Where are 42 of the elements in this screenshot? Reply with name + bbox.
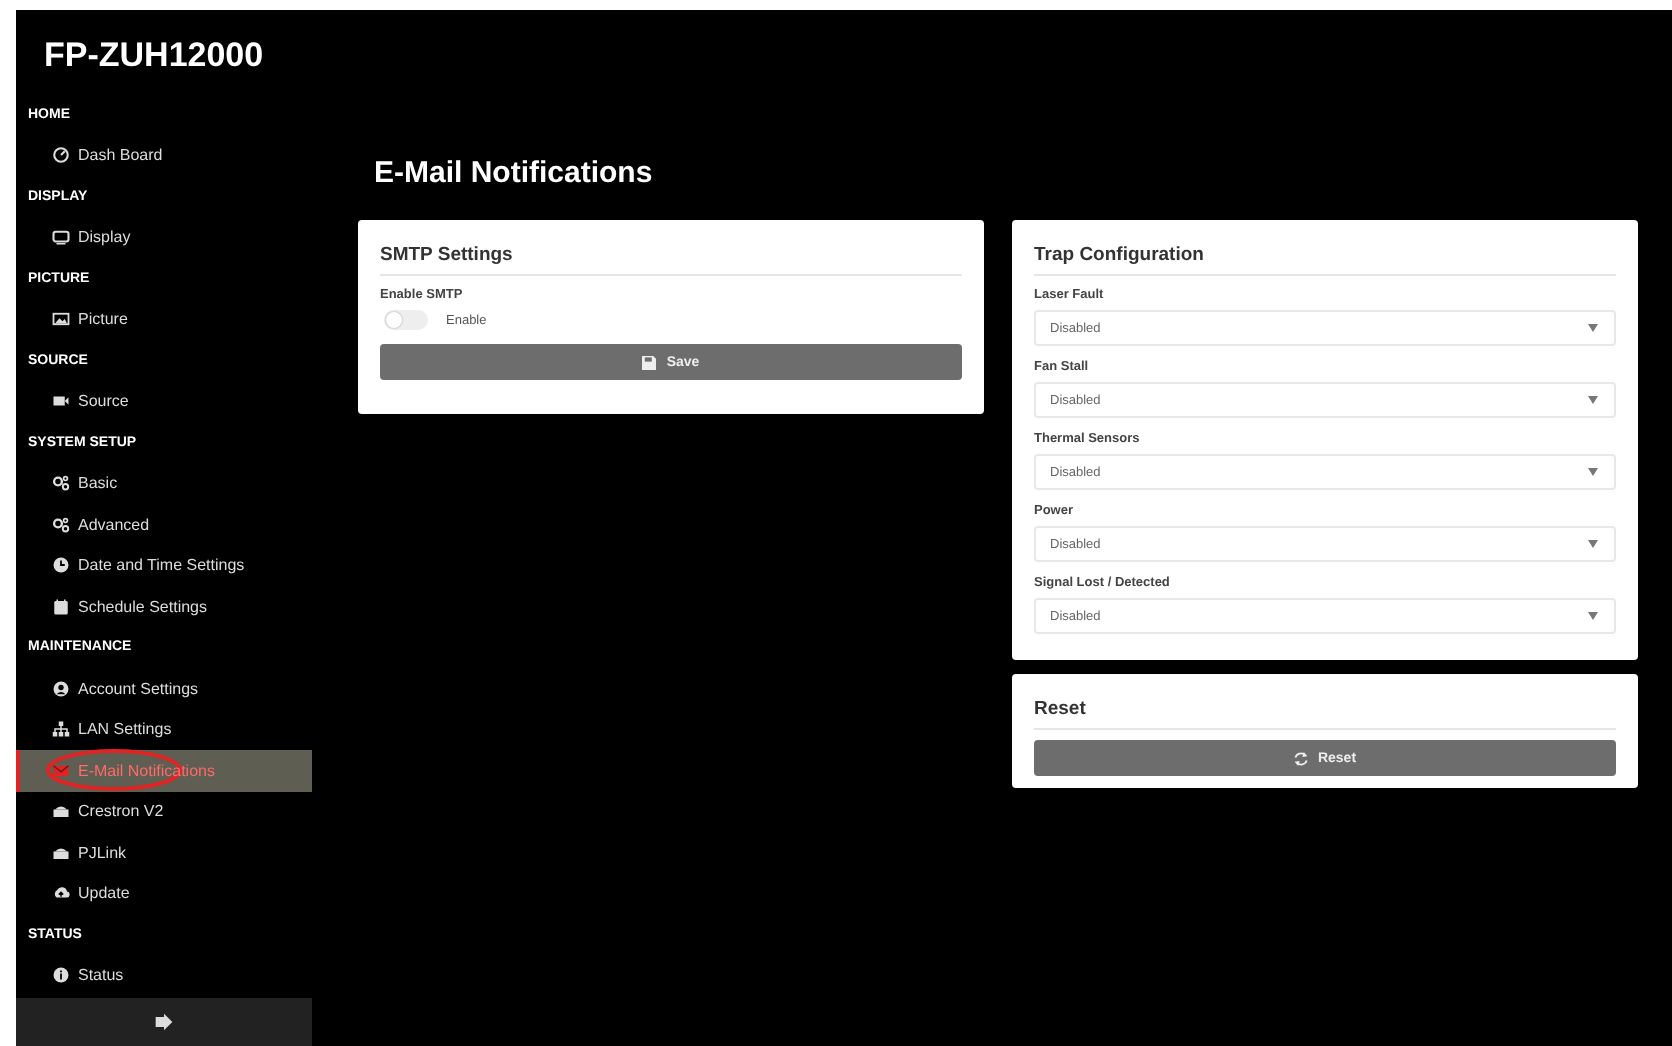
menu-icon	[52, 679, 70, 698]
menu-icon	[52, 720, 70, 739]
menu-icon	[52, 597, 70, 616]
sidebar-item[interactable]: LAN Settings	[16, 709, 312, 750]
card-title: Reset	[1034, 690, 1616, 730]
menu-icon	[52, 146, 70, 165]
caret-icon	[1588, 468, 1598, 476]
sidebar-item[interactable]: Basic	[16, 463, 312, 504]
logout-icon[interactable]	[154, 1012, 174, 1032]
sidebar-item[interactable]: Advanced	[16, 504, 312, 545]
menu-icon	[52, 966, 70, 985]
menu-icon	[52, 556, 70, 575]
card-title: Trap Configuration	[1034, 236, 1616, 276]
menu-icon	[52, 802, 70, 821]
sidebar-item[interactable]: Display	[16, 217, 312, 258]
caret-icon	[1588, 612, 1598, 620]
card-title: SMTP Settings	[380, 236, 962, 276]
refresh-icon	[1293, 751, 1308, 765]
sidebar-item[interactable]: Update	[16, 873, 312, 914]
menu-icon	[52, 310, 70, 329]
sidebar-item[interactable]: Crestron V2	[16, 791, 312, 832]
sidebar-item[interactable]: Schedule Settings	[16, 586, 312, 627]
menu-icon	[52, 843, 70, 862]
page-title: E-Mail Notifications	[374, 154, 655, 194]
menu-icon	[52, 228, 70, 247]
sidebar-item[interactable]: PJLink	[16, 832, 312, 873]
menu-icon	[52, 392, 70, 411]
caret-icon	[1588, 540, 1598, 548]
caret-icon	[1588, 396, 1598, 404]
sidebar-item[interactable]: Status	[16, 955, 312, 996]
sidebar-item[interactable]: Date and Time Settings	[16, 545, 312, 586]
sidebar-item[interactable]: Account Settings	[16, 668, 312, 709]
sidebar-item[interactable]: Picture	[16, 299, 312, 340]
toggle-switch[interactable]	[384, 310, 428, 330]
caret-icon	[1588, 324, 1598, 332]
sidebar-item[interactable]: Dash Board	[16, 135, 312, 176]
menu-icon	[52, 761, 70, 780]
sidebar-item[interactable]: Source	[16, 381, 312, 422]
menu-icon	[52, 884, 70, 903]
menu-icon	[52, 515, 70, 534]
menu-icon	[52, 474, 70, 493]
app-title: FP-ZUH12000	[42, 34, 266, 78]
